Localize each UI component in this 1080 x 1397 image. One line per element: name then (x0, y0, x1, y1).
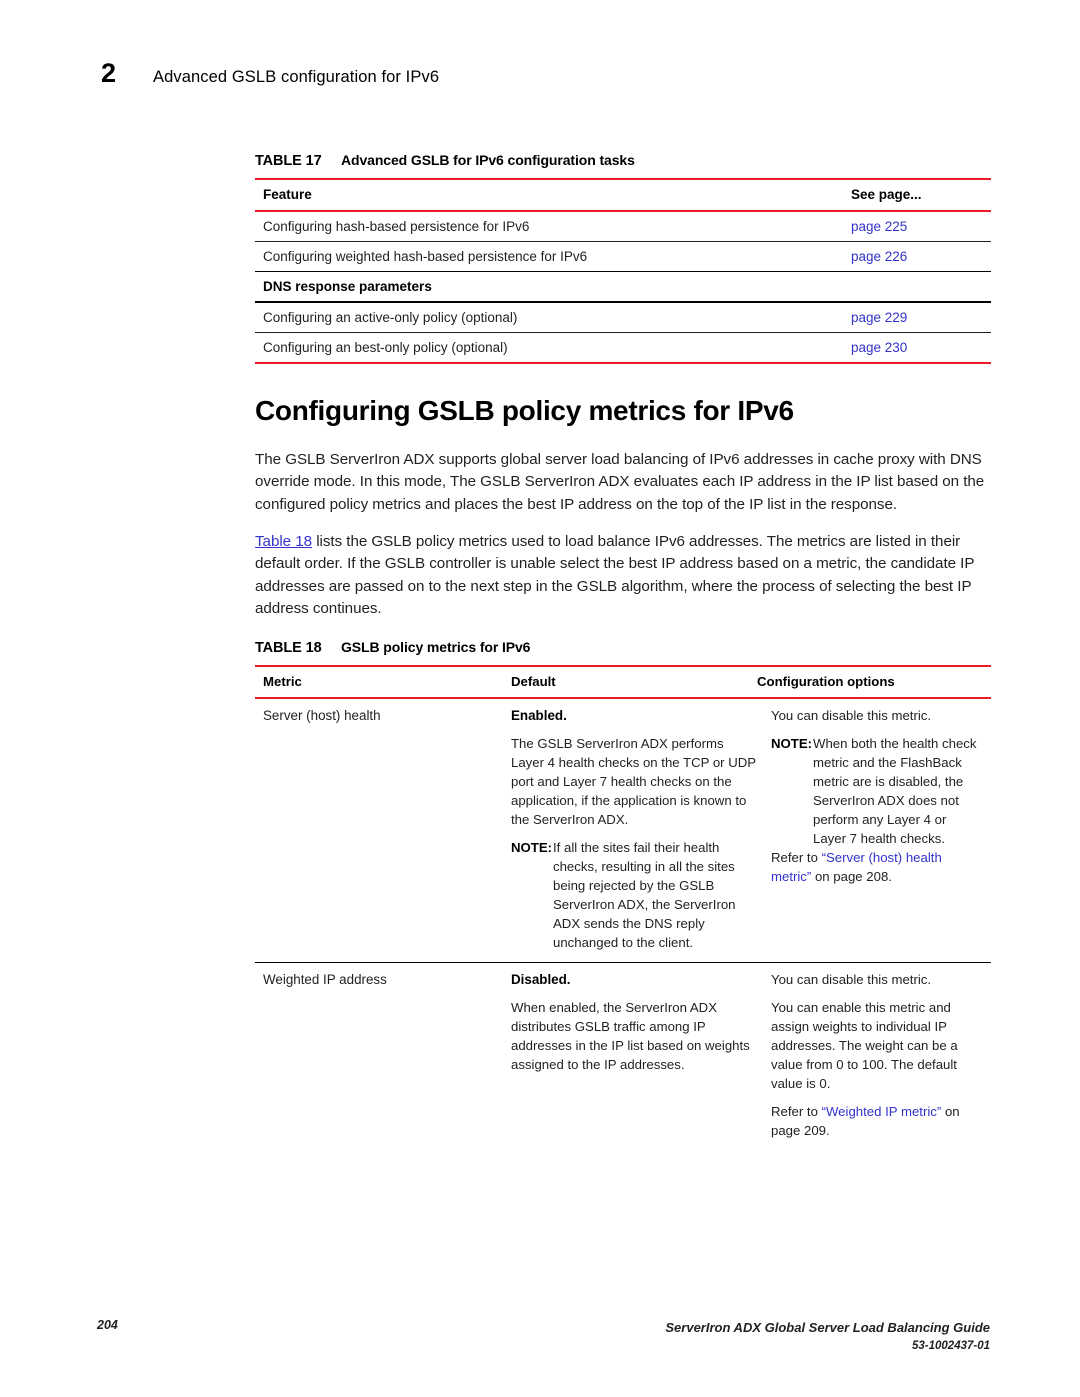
note-body: If all the sites fail their health check… (553, 839, 736, 950)
table18-options-second: You can enable this metric and assign we… (771, 1000, 958, 1092)
table18-header-metric: Metric (263, 673, 302, 689)
table18-label: TABLE 18 (255, 639, 322, 656)
footer-page-number: 204 (97, 1318, 118, 1332)
table17-section-heading: DNS response parameters (263, 279, 432, 295)
table17-header-row: Feature See page... (255, 180, 991, 210)
table18-caption: TABLE 18 GSLB policy metrics for IPv6 (255, 639, 991, 656)
page-title: Configuring GSLB policy metrics for IPv6 (255, 394, 794, 426)
footer-guide-block: ServerIron ADX Global Server Load Balanc… (665, 1318, 990, 1356)
note-label: NOTE: (771, 735, 813, 751)
table17-header-seepage: See page... (851, 187, 922, 202)
refer-prefix: Refer to (771, 1104, 822, 1120)
table-row: Configuring weighted hash-based persiste… (255, 242, 991, 271)
table18: Metric Default Configuration options Ser… (255, 664, 991, 1150)
table18-metric-name: Server (host) health (263, 707, 381, 723)
table18-options-cell: You can disable this metric. You can ena… (771, 970, 991, 1140)
refer-link[interactable]: “Weighted IP metric” (822, 1104, 942, 1119)
note-label: NOTE: (511, 839, 553, 855)
note-block: NOTE: When both the health check metric … (771, 734, 977, 848)
chapter-number: 2 (101, 58, 116, 88)
document-page: 2 Advanced GSLB configuration for IPv6 T… (0, 0, 1080, 1397)
section-paragraph-2: Table 18 lists the GSLB policy metrics u… (255, 531, 991, 621)
table18-title: GSLB policy metrics for IPv6 (341, 638, 531, 655)
table18-metric-name: Weighted IP address (263, 972, 387, 988)
table18-header-default: Default (511, 673, 556, 689)
table18-options-first: You can disable this metric. (771, 972, 932, 988)
table18-metric-cell: Server (host) health (263, 706, 511, 952)
table17-page-link[interactable]: page 230 (851, 340, 991, 355)
table17-page-link[interactable]: page 225 (851, 219, 991, 234)
table17-feature: Configuring an active-only policy (optio… (263, 309, 518, 325)
table18-options-refer: Refer to “Server (host) health metric” o… (771, 848, 977, 886)
table17-title: Advanced GSLB for IPv6 configuration tas… (341, 152, 635, 168)
section-paragraph-1: The GSLB ServerIron ADX supports global … (255, 450, 985, 513)
table17: Feature See page... Configuring hash-bas… (255, 178, 991, 364)
table18-metric-cell: Weighted IP address (263, 970, 511, 1140)
section-paragraph-2-text: lists the GSLB policy metrics used to lo… (255, 533, 975, 618)
table17-feature: Configuring hash-based persistence for I… (263, 219, 530, 234)
table17-page-link (851, 279, 991, 294)
table18-default-cell: Enabled. The GSLB ServerIron ADX perform… (511, 706, 771, 952)
table-row: Server (host) health Enabled. The GSLB S… (255, 699, 991, 962)
table17-caption: TABLE 17 Advanced GSLB for IPv6 configur… (255, 152, 991, 169)
content-column: TABLE 17 Advanced GSLB for IPv6 configur… (255, 0, 991, 1150)
footer-doc-number: 53-1002437-01 (911, 1340, 990, 1352)
table17-feature: Configuring weighted hash-based persiste… (263, 249, 588, 264)
table17-header-feature: Feature (263, 187, 312, 202)
refer-suffix: on page 208. (811, 868, 892, 884)
table17-page-link[interactable]: page 226 (851, 249, 991, 264)
table18-header-row: Metric Default Configuration options (255, 667, 991, 697)
table18-default-value: Disabled. (511, 972, 571, 988)
table18-options-cell: You can disable this metric. NOTE: When … (771, 706, 991, 952)
table18-default-value: Enabled. (511, 707, 567, 723)
note-body: When both the health check metric and th… (813, 735, 977, 846)
page-footer: 204 ServerIron ADX Global Server Load Ba… (0, 1318, 1080, 1378)
table18-default-description: The GSLB ServerIron ADX performs Layer 4… (511, 735, 756, 827)
note-block: NOTE: If all the sites fail their health… (511, 838, 757, 952)
table-row: Configuring an best-only policy (optiona… (255, 333, 991, 362)
table18-crossref-link[interactable]: Table 18 (255, 533, 312, 550)
table-row: Configuring an active-only policy (optio… (255, 303, 991, 332)
table18-options-refer: Refer to “Weighted IP metric” on page 20… (771, 1102, 977, 1140)
table-row-section: DNS response parameters (255, 272, 991, 301)
table18-header-config-options: Configuration options (757, 673, 895, 689)
table18-default-cell: Disabled. When enabled, the ServerIron A… (511, 970, 771, 1140)
refer-prefix: Refer to (771, 849, 822, 865)
table17-page-link[interactable]: page 229 (851, 310, 991, 325)
table-row: Configuring hash-based persistence for I… (255, 212, 991, 241)
table17-label: TABLE 17 (255, 153, 322, 169)
footer-guide-title: ServerIron ADX Global Server Load Balanc… (665, 1320, 990, 1335)
table18-default-description: When enabled, the ServerIron ADX distrib… (511, 1000, 750, 1073)
table17-feature: Configuring an best-only policy (optiona… (263, 339, 508, 355)
table18-options-first: You can disable this metric. (771, 707, 932, 723)
table-row: Weighted IP address Disabled. When enabl… (255, 963, 991, 1150)
